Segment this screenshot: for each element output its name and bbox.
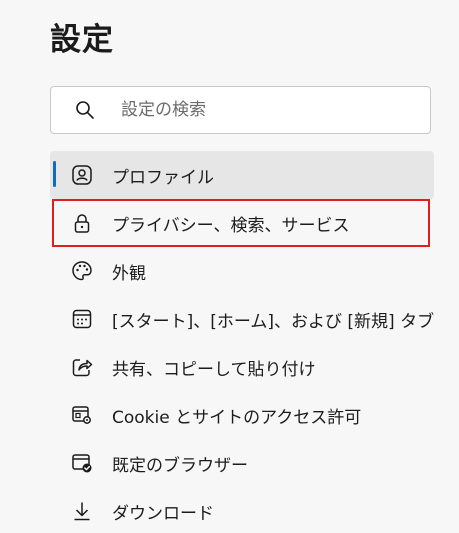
page-title: 設定 bbox=[50, 22, 114, 58]
sidebar-item-cookies[interactable]: Cookie とサイトのアクセス許可 bbox=[50, 391, 434, 439]
sidebar-item-appearance[interactable]: 外観 bbox=[50, 247, 434, 295]
search-box[interactable] bbox=[50, 86, 431, 134]
sidebar-item-default-browser[interactable]: 既定のブラウザー bbox=[50, 439, 434, 487]
sidebar-item-label: 外観 bbox=[112, 263, 146, 284]
sidebar-item-share-copy-paste[interactable]: 共有、コピーして貼り付け bbox=[50, 343, 434, 391]
sidebar-item-label: 既定のブラウザー bbox=[112, 455, 248, 476]
sidebar-item-label: プライバシー、検索、サービス bbox=[112, 215, 350, 236]
profile-icon bbox=[70, 163, 94, 187]
settings-panel: 設定 プロファイル bbox=[0, 0, 459, 533]
search-input[interactable] bbox=[119, 99, 403, 121]
site-permissions-icon bbox=[70, 403, 94, 427]
sidebar-item-label: [スタート]、[ホーム]、および [新規] タブ bbox=[112, 311, 435, 332]
default-browser-icon bbox=[70, 451, 94, 475]
sidebar-item-privacy[interactable]: プライバシー、検索、サービス bbox=[52, 199, 430, 247]
sidebar-item-downloads[interactable]: ダウンロード bbox=[50, 487, 434, 533]
sidebar-item-label: ダウンロード bbox=[112, 503, 214, 524]
sidebar-item-new-tab[interactable]: [スタート]、[ホーム]、および [新規] タブ bbox=[50, 295, 434, 343]
search-icon bbox=[73, 98, 97, 122]
sidebar-item-label: Cookie とサイトのアクセス許可 bbox=[112, 407, 362, 428]
palette-icon bbox=[70, 259, 94, 283]
sidebar-item-profiles[interactable]: プロファイル bbox=[50, 151, 434, 199]
sidebar-item-label: 共有、コピーして貼り付け bbox=[112, 359, 316, 380]
share-icon bbox=[70, 355, 94, 379]
settings-nav: プロファイル プライバシー、検索、サービス 外観 [スタート]、[ホーム]、およ… bbox=[50, 151, 434, 533]
download-icon bbox=[70, 499, 94, 523]
sidebar-item-label: プロファイル bbox=[112, 167, 214, 188]
selected-indicator bbox=[53, 161, 56, 187]
lock-icon bbox=[70, 211, 94, 235]
new-tab-page-icon bbox=[70, 307, 94, 331]
